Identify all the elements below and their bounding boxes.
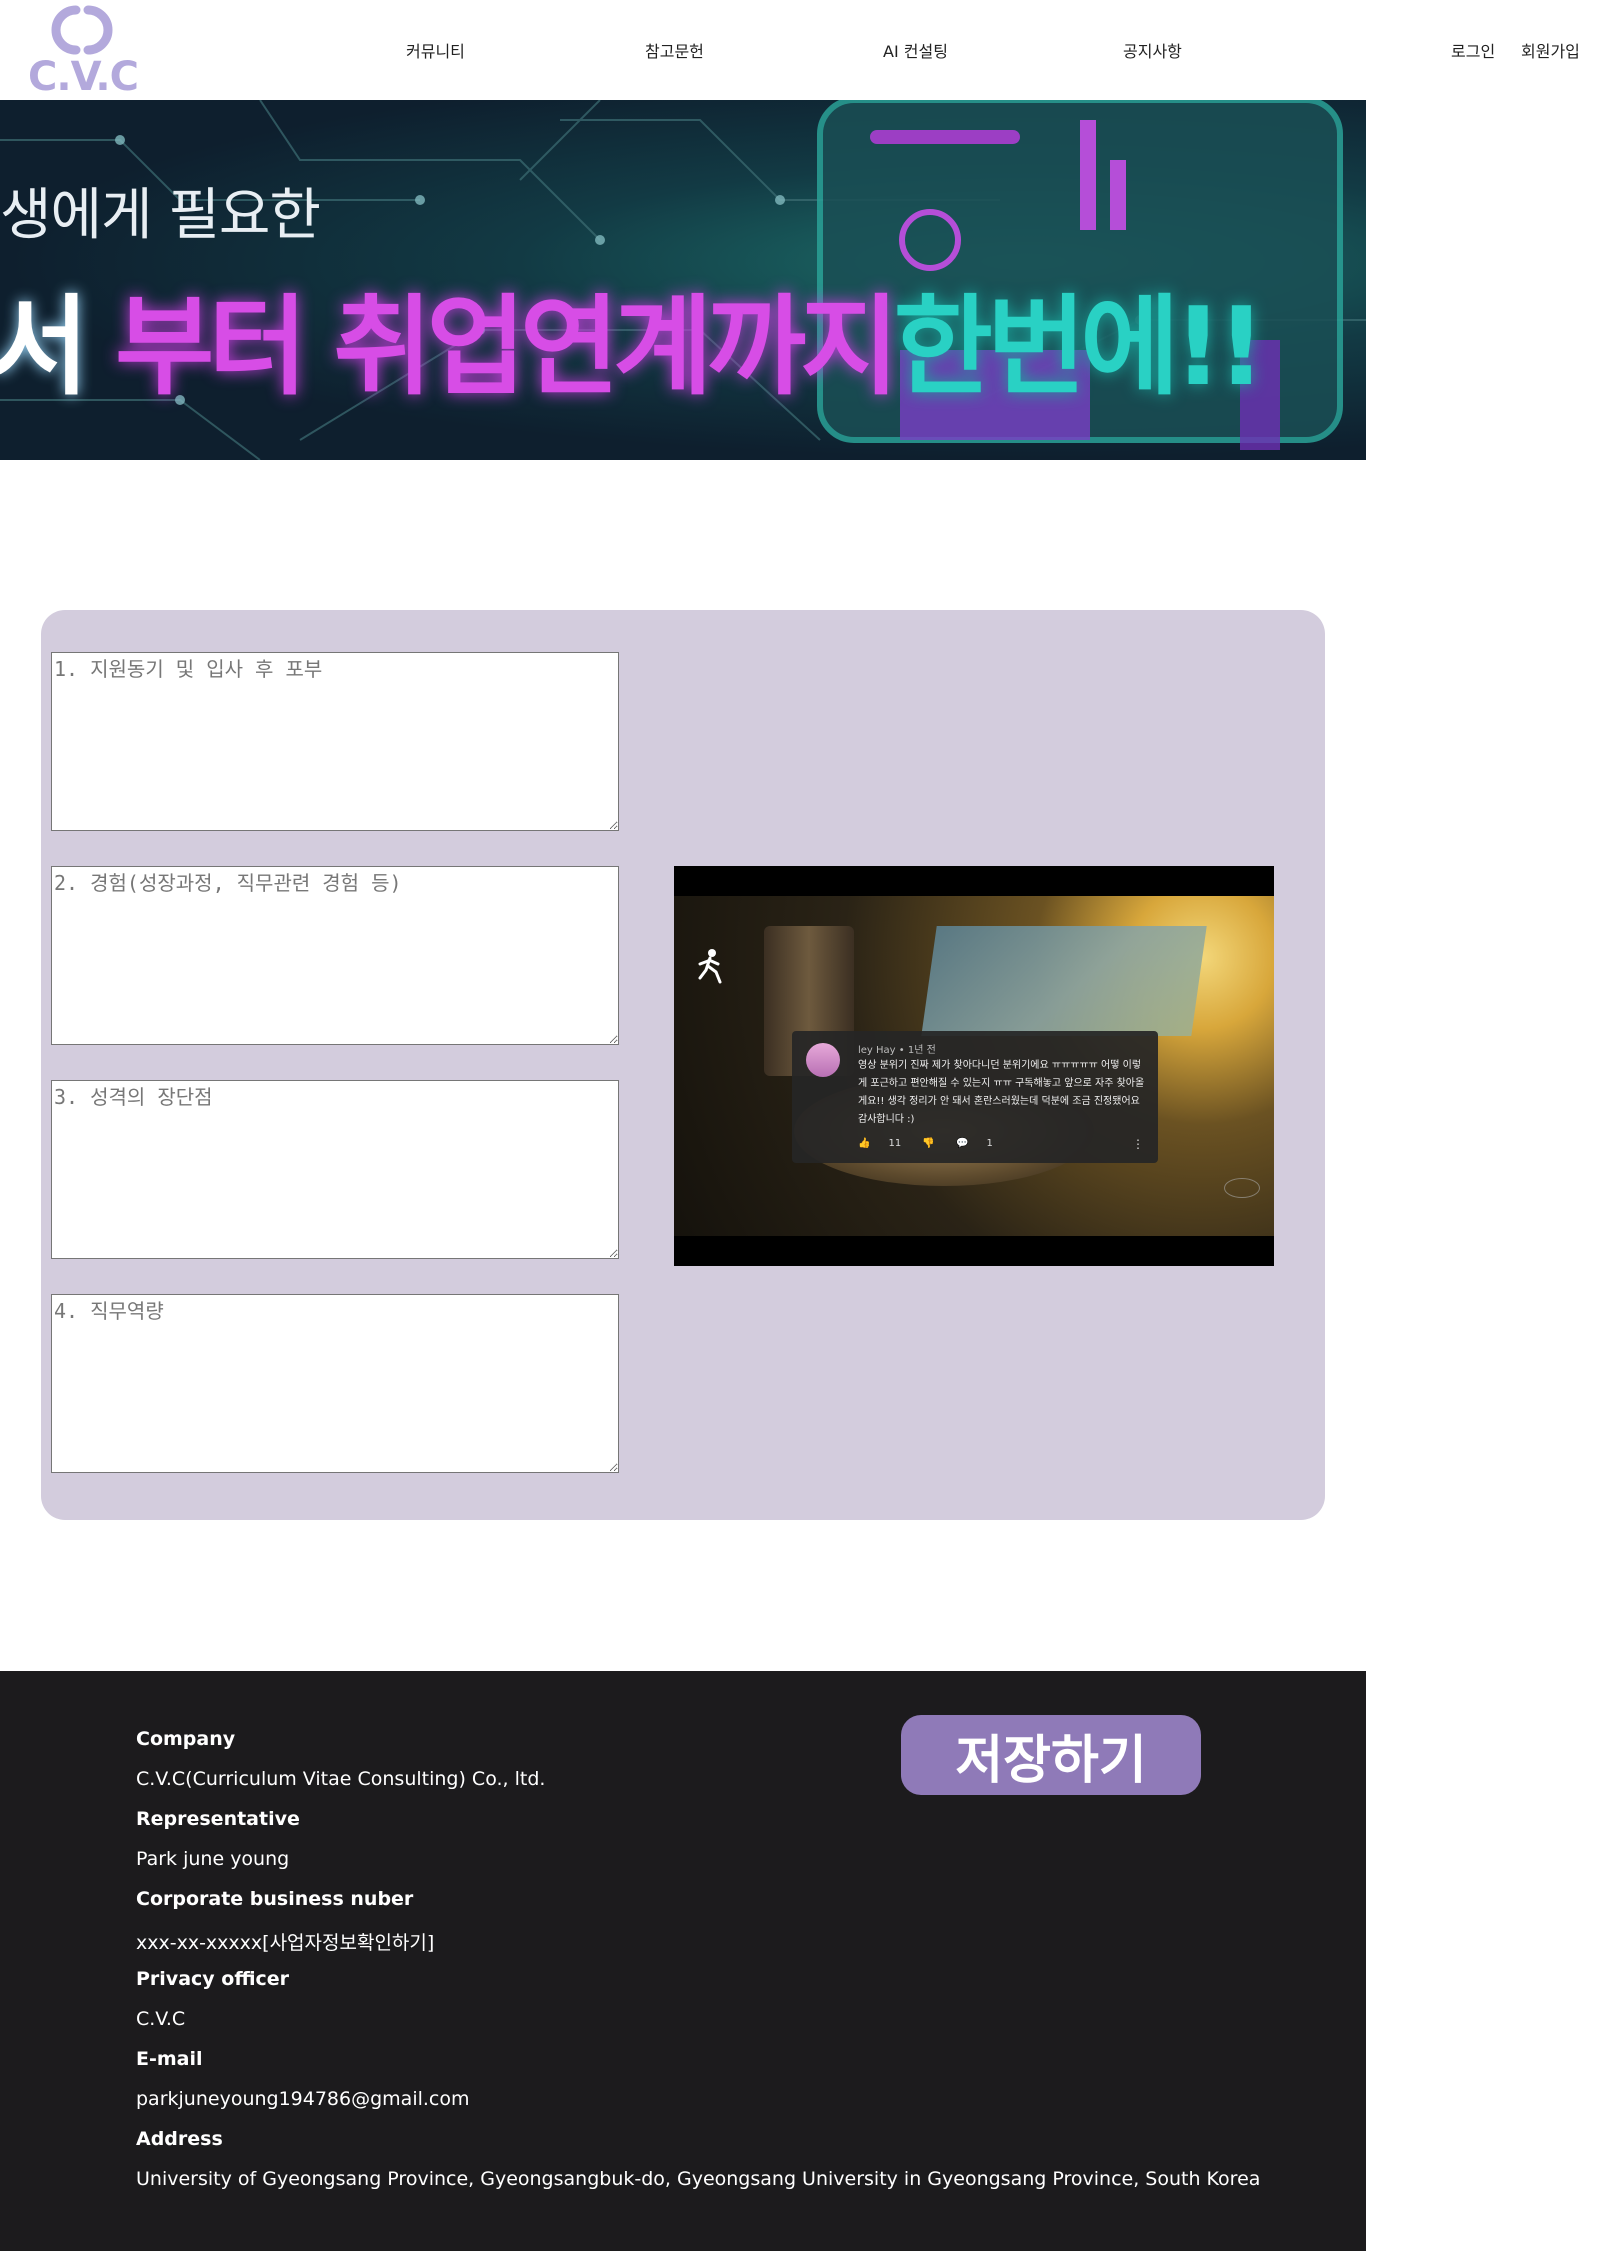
reply-count: 1 bbox=[986, 1138, 993, 1149]
comment-text: 영상 분위기 진짜 제가 찾아다니던 분위기에요 ㅠㅠㅠㅠㅠ 어떻 이렇게 포근… bbox=[858, 1060, 1145, 1125]
company-label: Company bbox=[136, 1728, 236, 1750]
banner-headline: 서 부터 취업연계까지한번에!! bbox=[0, 260, 1266, 416]
email-label: E-mail bbox=[136, 2048, 203, 2070]
embedded-video[interactable]: ley Hay • 1년 전 영상 분위기 진짜 제가 찾아다니던 분위기에요 … bbox=[674, 866, 1274, 1266]
representative-value: Park june young bbox=[136, 1848, 290, 1870]
business-number-value: xxx-xx-xxxxx[사업자정보확인하기] bbox=[136, 1932, 435, 1954]
banner-subtitle: 생에게 필요한 bbox=[0, 183, 321, 248]
video-watermark-icon bbox=[1224, 1178, 1260, 1198]
save-button[interactable]: 저장하기 bbox=[901, 1715, 1201, 1795]
site-header: C.V.C 커뮤니티 참고문헌 AI 컨설팅 공지사항 로그인 회원가입 bbox=[0, 0, 1600, 100]
nav-references[interactable]: 참고문헌 bbox=[645, 38, 704, 62]
email-value: parkjuneyoung194786@gmail.com bbox=[136, 2088, 470, 2110]
commenter-avatar bbox=[806, 1043, 840, 1077]
banner-headline-green: 한번에!! bbox=[893, 285, 1266, 410]
banner-headline-white: 서 bbox=[0, 285, 89, 410]
representative-label: Representative bbox=[136, 1808, 300, 1830]
experience-textarea[interactable] bbox=[51, 866, 619, 1045]
signup-link[interactable]: 회원가입 bbox=[1521, 38, 1580, 62]
channel-runner-icon bbox=[698, 949, 722, 984]
cvc-logo-mark-icon bbox=[51, 5, 113, 55]
address-label: Address bbox=[136, 2128, 223, 2150]
video-laptop-screen bbox=[921, 926, 1207, 1036]
video-frame: ley Hay • 1년 전 영상 분위기 진짜 제가 찾아다니던 분위기에요 … bbox=[674, 896, 1274, 1236]
privacy-officer-label: Privacy officer bbox=[136, 1968, 290, 1990]
nav-community[interactable]: 커뮤니티 bbox=[406, 38, 465, 62]
youtube-comment-card: ley Hay • 1년 전 영상 분위기 진짜 제가 찾아다니던 분위기에요 … bbox=[792, 1031, 1158, 1163]
comment-actions: 👍 11 👎 💬 1 bbox=[858, 1138, 1011, 1149]
site-logo[interactable]: C.V.C bbox=[24, 2, 142, 100]
address-value: University of Gyeongsang Province, Gyeon… bbox=[136, 2168, 1261, 2190]
like-count: 11 bbox=[888, 1138, 902, 1149]
logo-text: C.V.C bbox=[28, 54, 139, 100]
hero-banner: 생에게 필요한 서 부터 취업연계까지한번에!! bbox=[0, 100, 1366, 460]
company-value: C.V.C(Curriculum Vitae Consulting) Co., … bbox=[136, 1768, 546, 1790]
banner-headline-pink: 부터 취업연계까지 bbox=[83, 285, 900, 410]
thumbs-up-icon: 👍 bbox=[858, 1138, 871, 1149]
comment-meta: ley Hay • 1년 전 bbox=[858, 1045, 936, 1056]
reply-icon: 💬 bbox=[956, 1138, 969, 1149]
business-number-label: Corporate business nuber bbox=[136, 1888, 414, 1910]
nav-notices[interactable]: 공지사항 bbox=[1123, 38, 1182, 62]
motivation-textarea[interactable] bbox=[51, 652, 619, 831]
job-competency-textarea[interactable] bbox=[51, 1294, 619, 1473]
login-link[interactable]: 로그인 bbox=[1451, 38, 1495, 62]
nav-ai-consulting[interactable]: AI 컨설팅 bbox=[883, 38, 948, 62]
privacy-officer-value: C.V.C bbox=[136, 2008, 186, 2030]
site-footer: Company C.V.C(Curriculum Vitae Consultin… bbox=[0, 1671, 1366, 2251]
thumbs-down-icon: 👎 bbox=[922, 1138, 935, 1149]
personality-textarea[interactable] bbox=[51, 1080, 619, 1259]
more-options-icon: ⋮ bbox=[1132, 1137, 1144, 1151]
